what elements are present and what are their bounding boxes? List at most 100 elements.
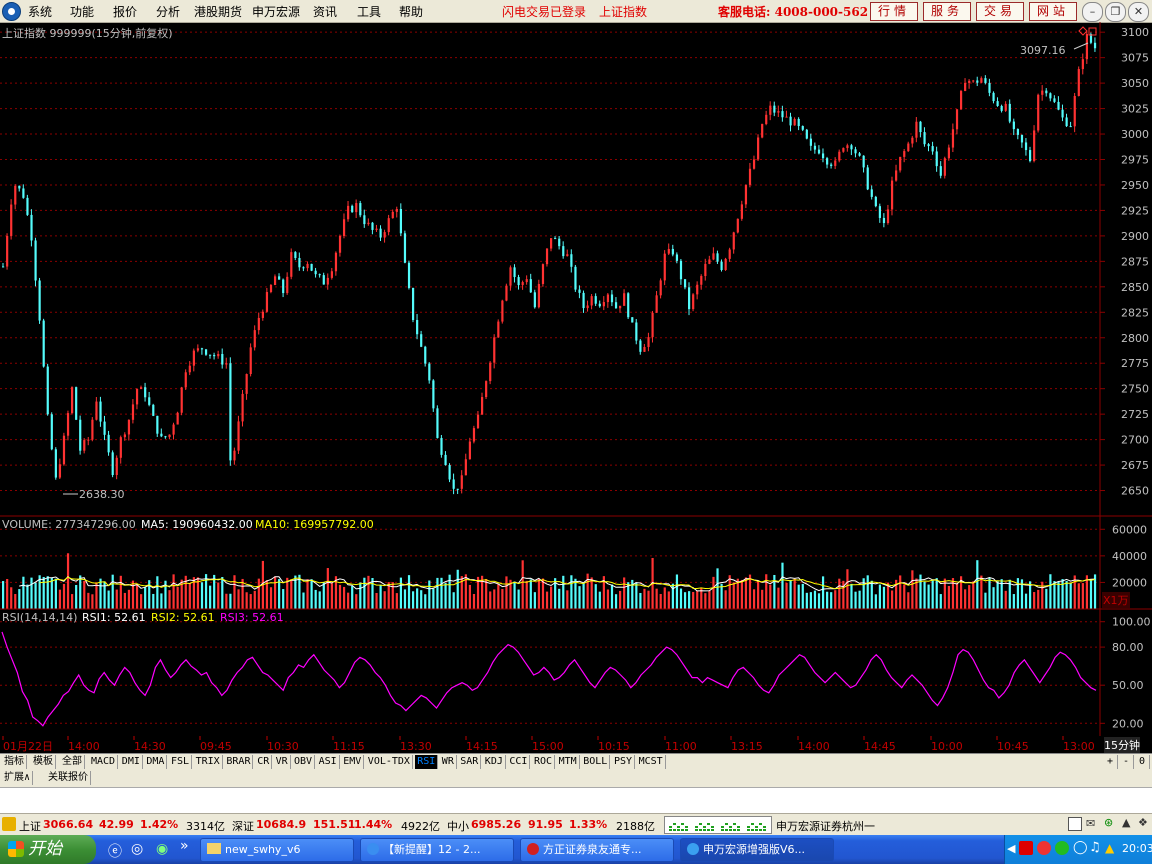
status-lock-icon[interactable] [2,817,16,831]
candle-body [846,145,849,149]
period-selector[interactable]: 15分钟 [1104,737,1140,753]
restore-icon[interactable]: ❐ [1105,2,1126,22]
browser-icon[interactable]: ◎ [131,841,143,857]
zoom-button-2[interactable]: 0 [1135,755,1150,769]
meter-bar [681,829,684,831]
candle-body [432,380,435,409]
close-icon[interactable]: ✕ [1128,2,1149,22]
trade-button[interactable]: 交易 [976,2,1024,21]
volume-bar [805,592,808,609]
start-button[interactable]: 开始 [0,835,96,864]
market-button[interactable]: 行情 [870,2,918,21]
chart-canvas[interactable]: 3100 3075 3050 3025 3000 2975 2950 2925 2900 2875… [0,22,1152,736]
quicklaunch-expand-icon[interactable]: » [180,838,189,854]
volume-bar [432,588,435,609]
menu-analysis[interactable]: 分析 [156,3,180,20]
chart-area[interactable]: 3100 3075 3050 3025 3000 2975 2950 2925 2900 2875… [0,22,1152,736]
indicator-tab-7[interactable]: TRIX [194,755,223,769]
tray-green-icon[interactable] [1055,841,1069,855]
tray-speaker-icon[interactable]: ♫ [1089,840,1101,855]
indicator-tab-16[interactable]: WR [440,755,457,769]
indicator-tab-1[interactable]: 模板 [31,755,56,769]
lock-icon[interactable]: ▲ [1122,816,1130,829]
indicator-tab-9[interactable]: CR [255,755,273,769]
candle-body [769,105,772,115]
indicator-tab-17[interactable]: SAR [458,755,482,769]
expand-tab[interactable]: 扩展∧ [2,771,34,785]
candle-body [728,249,731,259]
indicator-tab-20[interactable]: ROC [532,755,556,769]
indicator-tab-18[interactable]: KDJ [483,755,506,769]
minimize-icon[interactable]: – [1082,2,1103,22]
chat-icon[interactable]: ✉ [1086,817,1095,830]
menu-system[interactable]: 系统 [28,3,52,20]
tray-antivirus-icon[interactable] [1037,841,1051,855]
tray-app-icon[interactable] [1019,841,1033,855]
candle-body [38,280,41,321]
indicator-tab-11[interactable]: OBV [292,755,316,769]
price-tick-label: 3075 [1121,52,1149,65]
task-folder[interactable]: new_swhy_v6 [200,838,354,862]
volume-bar [444,582,447,609]
volume-bar [878,584,881,609]
connection-meter [664,816,772,834]
task-reminder[interactable]: 【新提醒】12 - 2... [360,838,514,862]
signal-icon[interactable]: ⊛ [1104,816,1113,829]
tray-shield-icon[interactable]: ◯ [1073,840,1088,855]
indicator-tab-24[interactable]: MCST [637,755,666,769]
indicator-tab-3[interactable]: MACD [89,755,119,769]
indicator-tab-10[interactable]: VR [274,755,291,769]
task-swhy[interactable]: 申万宏源增强版V6... [680,838,834,862]
indicator-tab-12[interactable]: ASI [317,755,340,769]
indicator-tab-19[interactable]: CCI [507,755,531,769]
indicator-tab-14[interactable]: VOL-TDX [366,755,413,769]
candle-body [1061,109,1064,118]
indicator-tab-5[interactable]: DMA [144,755,168,769]
indicator-tab-0[interactable]: 指标 [2,755,27,769]
candle-body [724,258,727,271]
indicator-tab-15[interactable]: RSI [415,755,439,769]
indicator-tab-4[interactable]: DMI [120,755,143,769]
website-button[interactable]: 网站 [1029,2,1077,21]
flash-trade-status[interactable]: 闪电交易已登录 [502,3,586,20]
settings-icon[interactable]: ❖ [1138,816,1148,829]
zoom-button-1[interactable]: - [1119,755,1134,769]
zoom-button-0[interactable]: + [1103,755,1118,769]
volume-bar [923,581,926,609]
scroll-marker-icon[interactable] [1088,27,1097,36]
window-icon[interactable] [1068,817,1082,831]
candle-body [854,149,857,154]
indicator-tab-13[interactable]: EMV [341,755,365,769]
volume-bar [505,576,508,609]
meter-bar [721,829,724,831]
candle-body [26,197,29,215]
tray-network-icon[interactable]: ▲ [1105,841,1114,855]
menu-hk-futures[interactable]: 港股期货 [194,3,242,20]
volume-bar [1033,592,1036,609]
candle-body [907,143,910,152]
app-logo-icon[interactable] [2,2,21,21]
candle-body [6,235,9,267]
related-quote-tab[interactable]: 关联报价 [46,771,91,785]
menu-help[interactable]: 帮助 [399,3,423,20]
indicator-tab-2[interactable]: 全部 [60,755,85,769]
task-fangzheng[interactable]: 方正证券泉友通专... [520,838,674,862]
indicator-tab-21[interactable]: MTM [557,755,580,769]
service-button[interactable]: 服务 [923,2,971,21]
menu-quote[interactable]: 报价 [113,3,137,20]
indicator-tab-8[interactable]: BRAR [224,755,254,769]
indicator-tab-22[interactable]: BOLL [581,755,611,769]
menu-tools[interactable]: 工具 [357,3,381,20]
ie-icon[interactable]: ⓔ [108,841,122,861]
volume-bar [172,574,175,609]
volume-bar [367,575,370,609]
clock[interactable]: 20:03 [1122,842,1152,855]
volume-bar [501,589,504,609]
menu-news[interactable]: 资讯 [313,3,337,20]
menu-function[interactable]: 功能 [70,3,94,20]
tray-expand-icon[interactable]: ◀ [1007,842,1015,855]
launcher-icon[interactable]: ◉ [156,841,168,857]
menu-swhy[interactable]: 申万宏源 [252,3,300,20]
indicator-tab-6[interactable]: FSL [169,755,193,769]
indicator-tab-23[interactable]: PSY [612,755,636,769]
